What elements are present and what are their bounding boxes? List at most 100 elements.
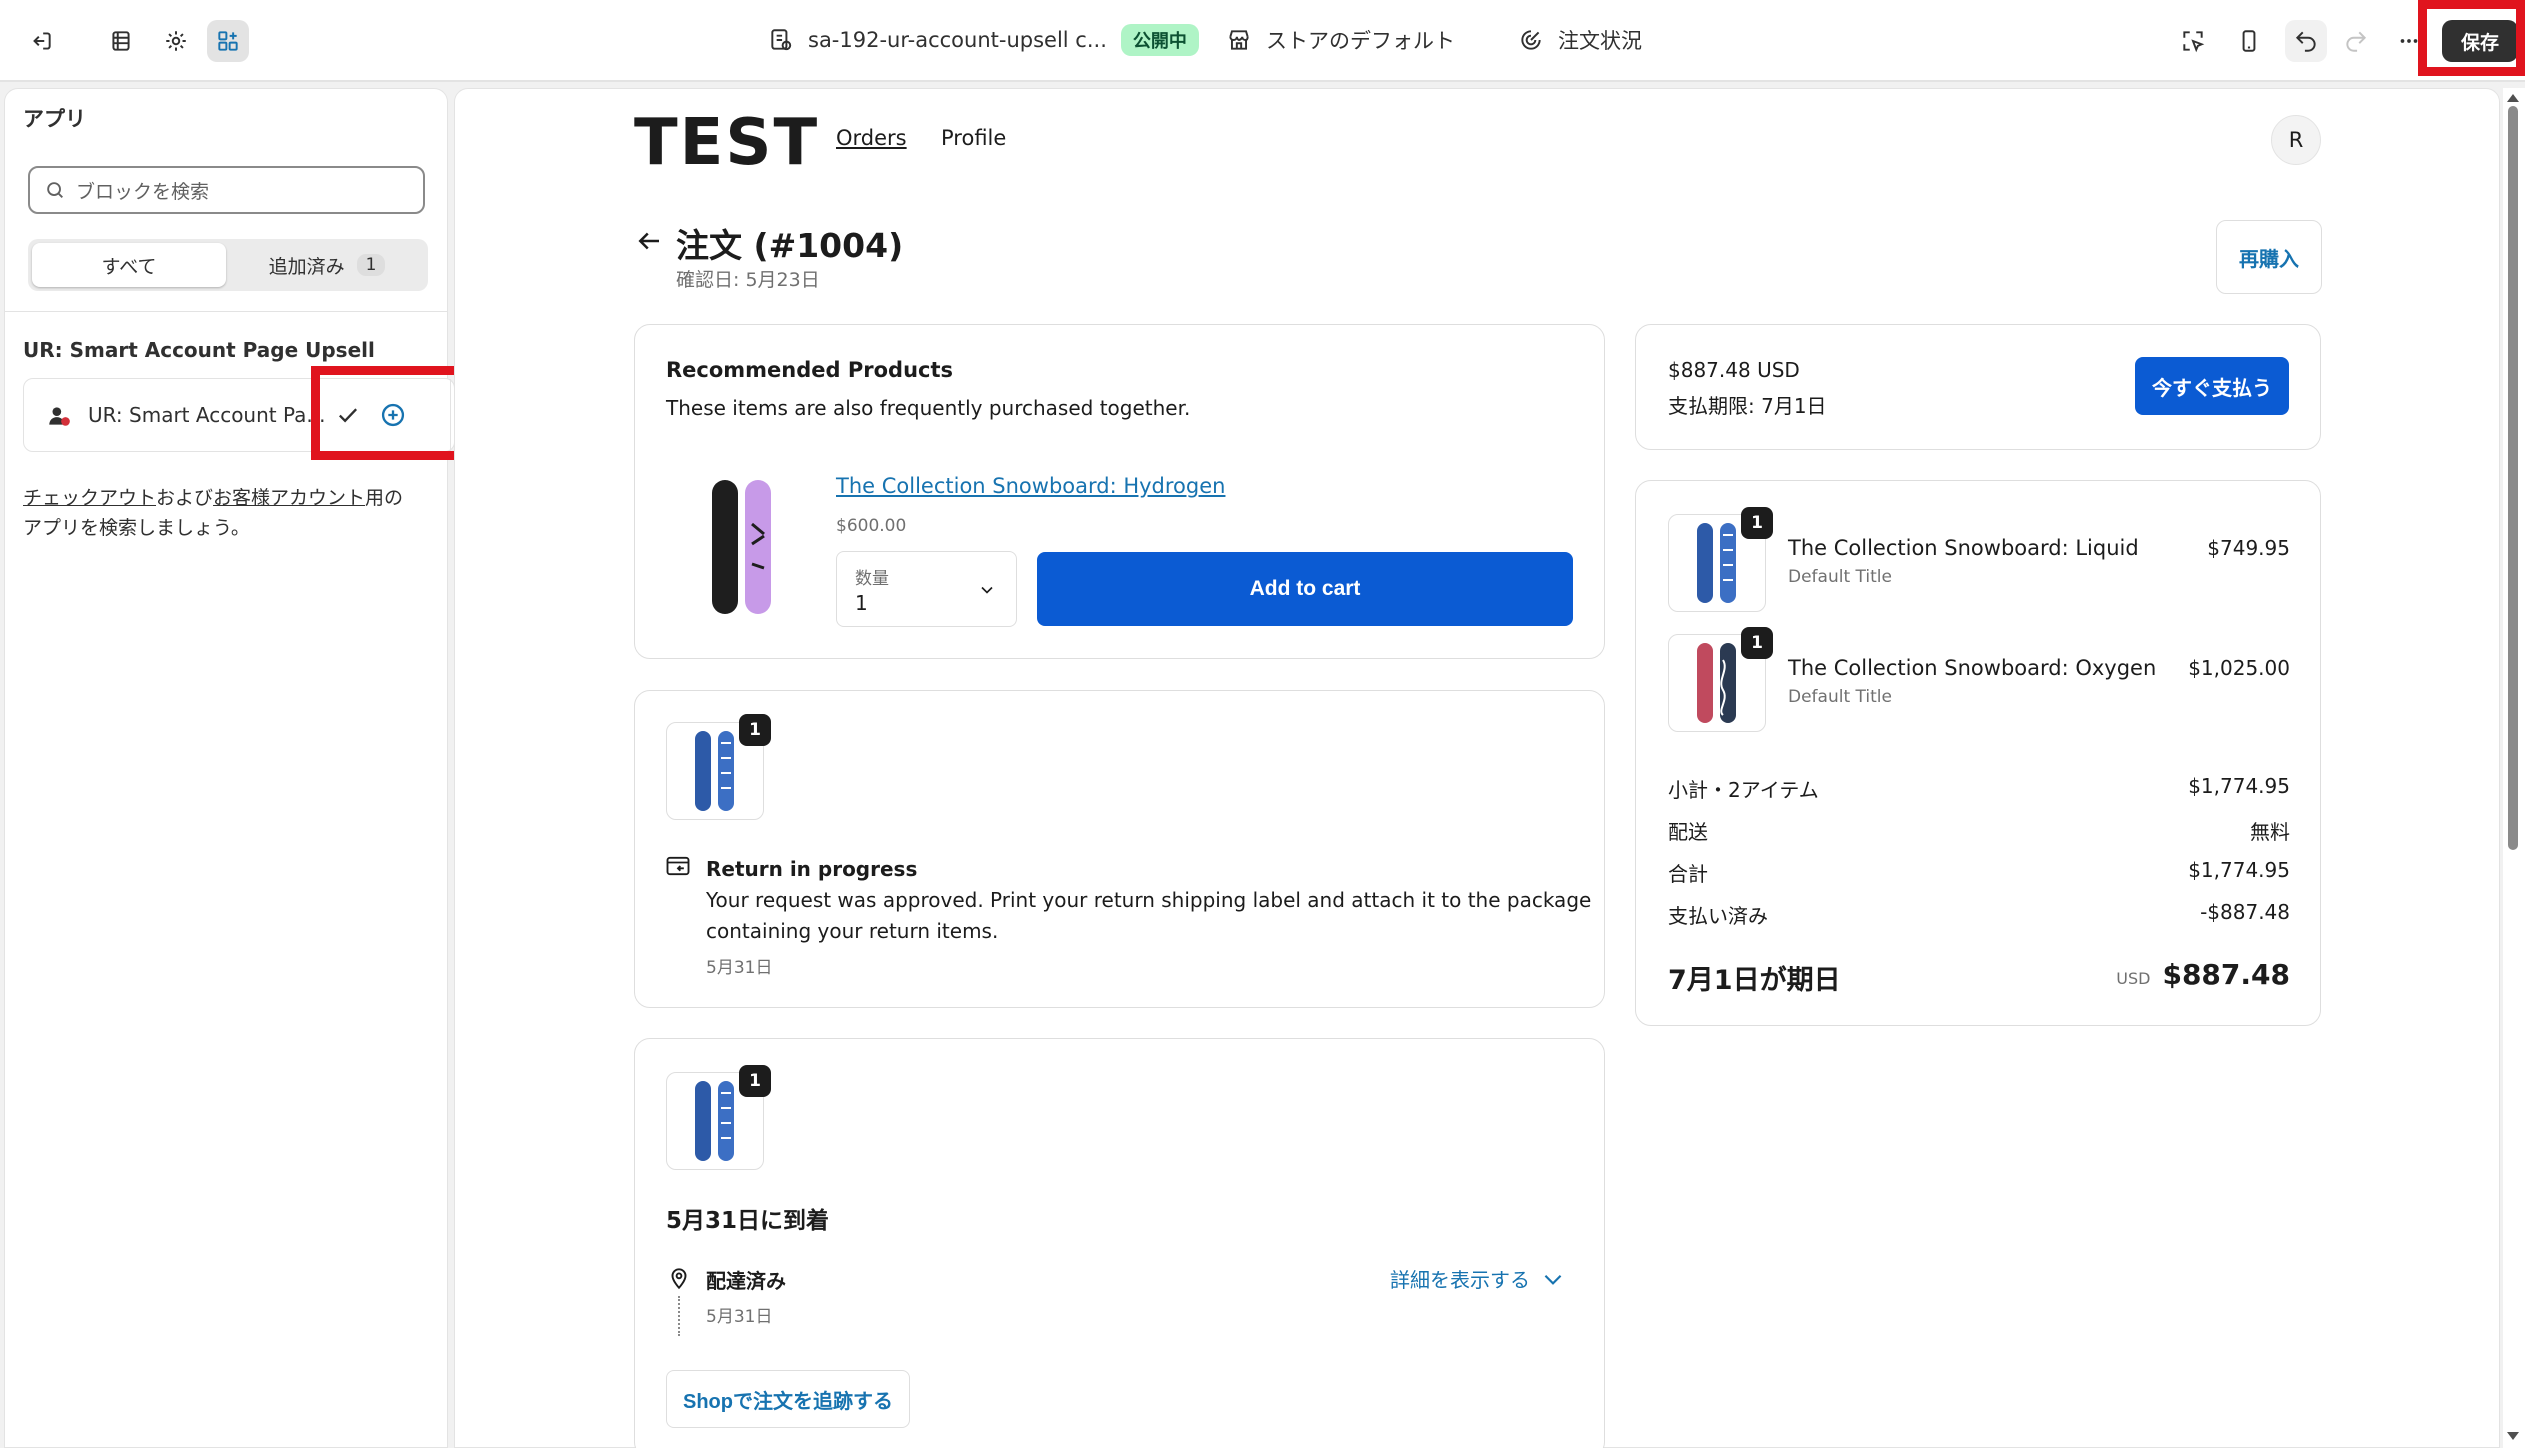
- show-details-link[interactable]: 詳細を表示する: [1390, 1264, 1566, 1293]
- amount-due: USD $887.48: [2116, 958, 2290, 991]
- add-to-cart-button[interactable]: Add to cart: [1037, 552, 1573, 626]
- total-value: $1,774.95: [2188, 858, 2290, 882]
- location-pin-icon: [666, 1264, 692, 1292]
- hint-checkout-link[interactable]: チェックアウト: [23, 487, 156, 509]
- return-card: [634, 690, 1605, 1008]
- total-label: 合計: [1668, 862, 1708, 886]
- store-label: ストアのデフォルト: [1266, 29, 1455, 53]
- subtotal-value: $1,774.95: [2188, 774, 2290, 798]
- quantity-badge: 1: [1741, 507, 1773, 539]
- app-block-label: UR: Smart Account Pa...: [88, 403, 326, 427]
- subtotal-label: 小計・2アイテム: [1668, 778, 1819, 802]
- avatar[interactable]: R: [2271, 115, 2321, 165]
- redo-icon[interactable]: [2335, 20, 2377, 62]
- return-title: Return in progress: [706, 857, 918, 881]
- editor-topbar: sa-192-ur-account-upsell c... 公開中 ストアのデフ…: [0, 0, 2525, 82]
- page-title: 注文 (#1004): [676, 226, 904, 265]
- search-placeholder: ブロックを検索: [76, 180, 210, 203]
- order-status-icon: [1518, 27, 1544, 53]
- mobile-preview-icon[interactable]: [2228, 20, 2270, 62]
- summary-item-variant: Default Title: [1788, 687, 1892, 707]
- return-message-line2: containing your return items.: [706, 919, 999, 943]
- back-arrow-icon[interactable]: [634, 226, 664, 256]
- gear-icon[interactable]: [155, 20, 197, 62]
- product-price-hydrogen: $600.00: [836, 516, 907, 536]
- hint-text-tail: 用の: [365, 487, 404, 509]
- summary-item-name: The Collection Snowboard: Oxygen: [1788, 656, 2157, 680]
- return-message-line1: Your request was approved. Print your re…: [706, 888, 1592, 912]
- scroll-down-icon[interactable]: [2507, 1432, 2519, 1440]
- page-selector[interactable]: 注文状況: [1518, 0, 1642, 80]
- product-link-hydrogen[interactable]: The Collection Snowboard: Hydrogen: [836, 474, 1225, 498]
- scroll-up-icon[interactable]: [2507, 94, 2519, 102]
- return-date: 5月31日: [706, 958, 773, 978]
- store-logo[interactable]: TEST: [634, 106, 819, 180]
- exit-icon[interactable]: [20, 20, 62, 62]
- search-input[interactable]: ブロックを検索: [28, 166, 425, 214]
- recommended-heading: Recommended Products: [666, 358, 954, 382]
- filter-tabs: すべて 追加済み 1: [28, 239, 428, 291]
- tab-added-label: 追加済み: [268, 255, 345, 278]
- recommended-subtitle: These items are also frequently purchase…: [666, 396, 1191, 420]
- summary-item-price: $749.95: [2207, 536, 2290, 560]
- sections-icon[interactable]: [100, 20, 142, 62]
- tab-added[interactable]: 追加済み 1: [230, 243, 424, 287]
- quantity-label: 数量: [855, 569, 889, 589]
- sidebar-hint: チェックアウトおよびお客様アカウント用の アプリを検索しましょう。: [23, 483, 443, 543]
- page-label: 注文状況: [1558, 29, 1642, 53]
- payment-amount: $887.48 USD: [1668, 358, 1800, 382]
- summary-item-name: The Collection Snowboard: Liquid: [1788, 536, 2139, 560]
- tab-all[interactable]: すべて: [32, 243, 226, 287]
- paid-value: -$887.48: [2200, 900, 2290, 924]
- quantity-badge: 1: [739, 714, 771, 746]
- product-image-hydrogen[interactable]: [690, 474, 790, 624]
- reorder-button[interactable]: 再購入: [2216, 220, 2322, 294]
- quantity-value: 1: [855, 591, 868, 615]
- delivery-date: 5月31日: [706, 1307, 773, 1327]
- shipping-label: 配送: [1668, 820, 1708, 844]
- pay-now-button[interactable]: 今すぐ支払う: [2135, 357, 2289, 415]
- hint-account-link[interactable]: お客様アカウント: [213, 487, 365, 509]
- paid-label: 支払い済み: [1668, 904, 1768, 928]
- theme-selector[interactable]: sa-192-ur-account-upsell c... 公開中: [768, 0, 1199, 80]
- highlight-app-block: [311, 366, 469, 460]
- payment-due-date: 支払期限: 7月1日: [1668, 394, 1827, 418]
- theme-title: sa-192-ur-account-upsell c...: [808, 28, 1107, 52]
- amount-due-label: 7月1日が期日: [1668, 965, 1841, 996]
- quantity-badge: 1: [1741, 627, 1773, 659]
- inspector-icon[interactable]: [2172, 20, 2214, 62]
- nav-profile[interactable]: Profile: [941, 126, 1006, 150]
- amount-due-currency: USD: [2116, 969, 2151, 988]
- highlight-save: [2418, 0, 2525, 76]
- chevron-down-icon: [977, 580, 997, 600]
- order-confirmed-date: 確認日: 5月23日: [676, 269, 820, 291]
- hint-text-line2: アプリを検索しましょう。: [23, 517, 250, 539]
- delivery-status: 配達済み: [706, 1269, 786, 1293]
- chevron-down-icon: [1540, 1266, 1566, 1292]
- app-group-title: UR: Smart Account Page Upsell: [23, 338, 375, 362]
- nav-orders[interactable]: Orders: [836, 126, 907, 150]
- search-icon: [44, 179, 66, 201]
- preview-scrollbar[interactable]: [2503, 88, 2525, 1448]
- shipping-value: 無料: [2250, 820, 2290, 844]
- sidebar-title: アプリ: [23, 107, 86, 131]
- timeline-line: [678, 1296, 680, 1336]
- summary-item-price: $1,025.00: [2188, 656, 2290, 680]
- status-badge: 公開中: [1120, 24, 1199, 56]
- track-with-shop-button[interactable]: Shopで注文を追跡する: [666, 1370, 910, 1428]
- store-selector[interactable]: ストアのデフォルト: [1226, 0, 1455, 80]
- quantity-badge: 1: [739, 1065, 771, 1097]
- return-icon: [664, 852, 692, 880]
- undo-icon[interactable]: [2285, 20, 2327, 62]
- sidebar-divider: [5, 311, 447, 312]
- hint-text: および: [156, 487, 214, 509]
- tab-added-count: 1: [356, 254, 386, 276]
- apps-sidebar: アプリ ブロックを検索 すべて 追加済み 1 UR: Smart Account…: [4, 88, 455, 1448]
- apps-icon[interactable]: [207, 20, 249, 62]
- show-details-label: 詳細を表示する: [1390, 1268, 1530, 1292]
- summary-item-variant: Default Title: [1788, 567, 1892, 587]
- quantity-select[interactable]: 数量 1: [836, 551, 1017, 627]
- amount-due-value: $887.48: [2162, 958, 2290, 991]
- store-icon: [1226, 27, 1252, 53]
- scroll-thumb[interactable]: [2508, 106, 2518, 850]
